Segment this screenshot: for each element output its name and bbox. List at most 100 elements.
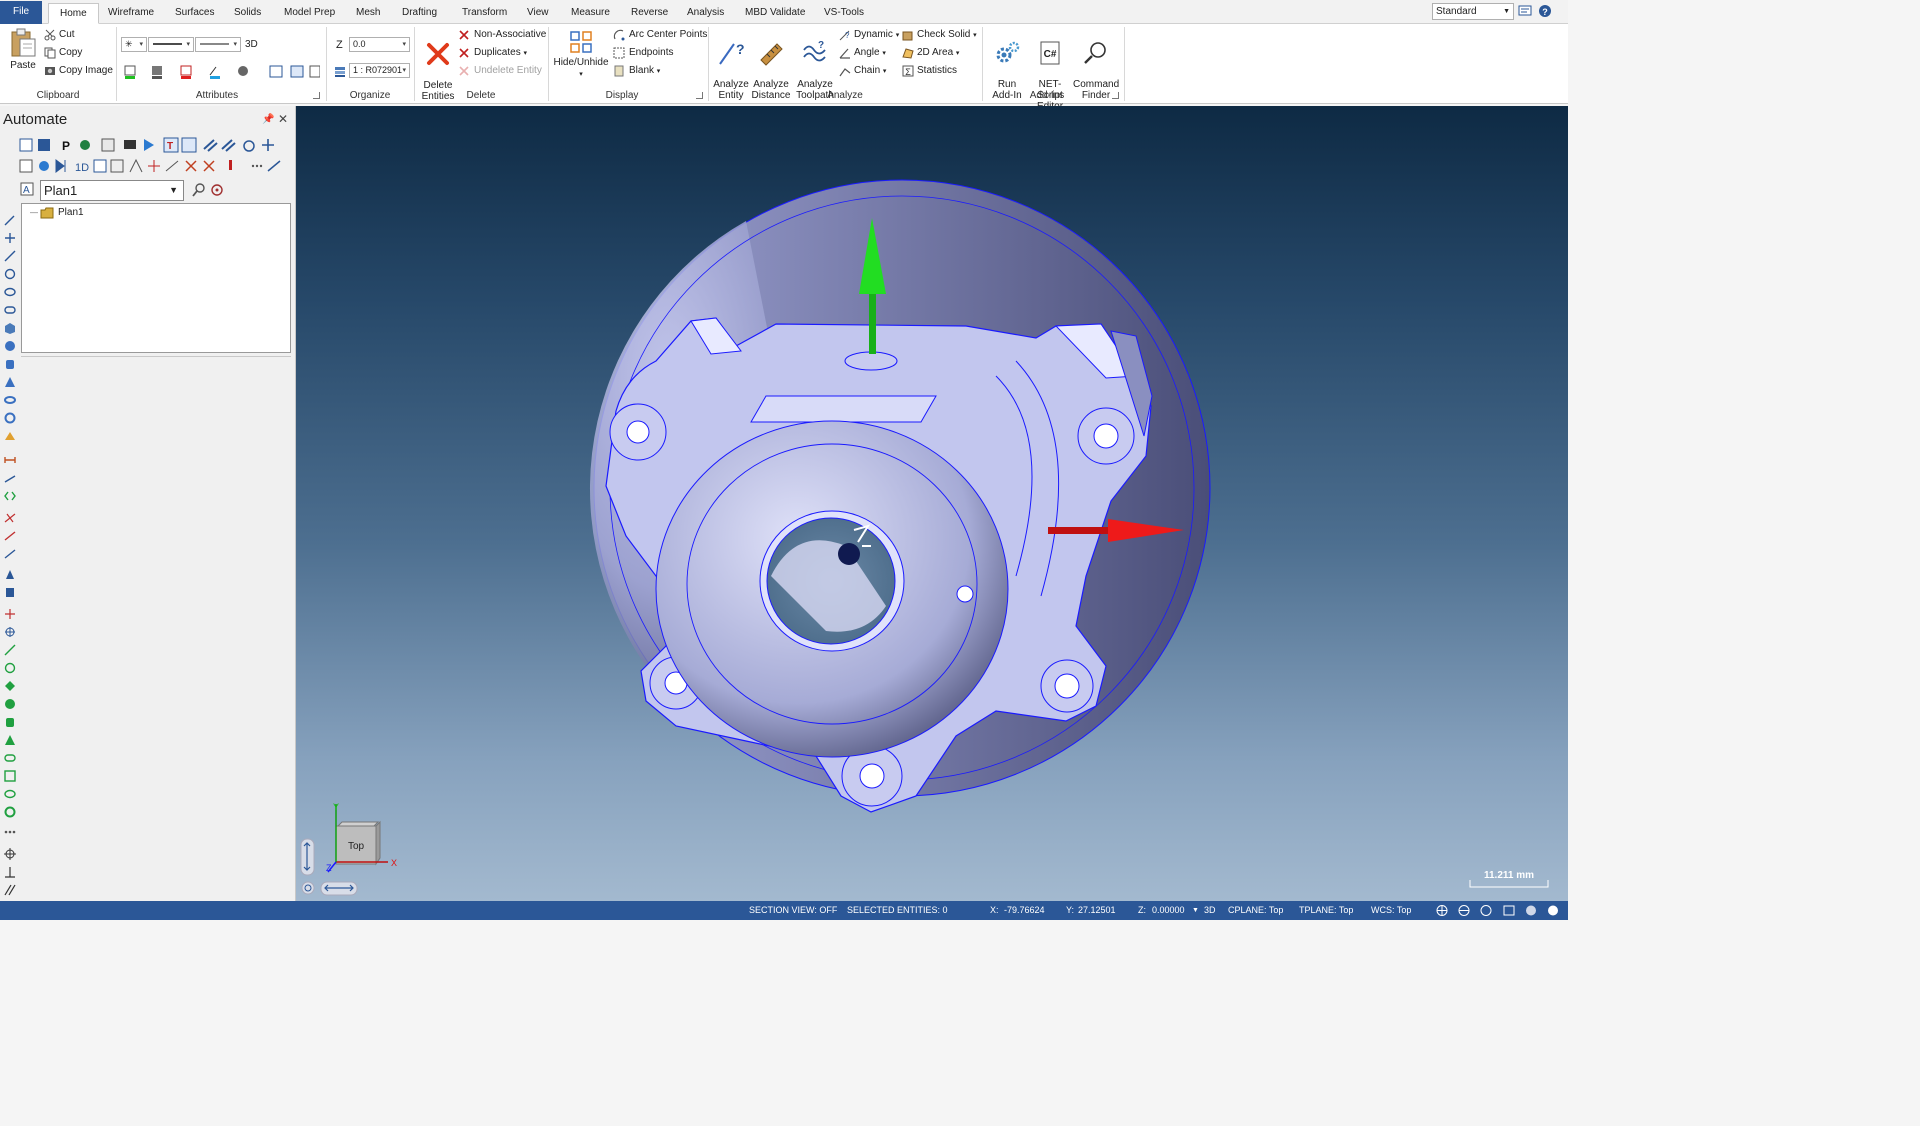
tab-surfaces[interactable]: Surfaces <box>171 3 218 24</box>
snap-point-icon[interactable] <box>4 608 16 620</box>
copy-button[interactable]: Copy <box>59 47 82 58</box>
statistics-button[interactable]: Statistics <box>917 65 957 76</box>
selected-entities-status[interactable]: SELECTED ENTITIES: 0 <box>847 901 948 920</box>
parallel-icon[interactable] <box>4 884 16 896</box>
revolve-icon[interactable] <box>4 412 16 424</box>
style-select[interactable]: Standard ▼ <box>1432 3 1514 20</box>
angle-button[interactable]: Angle ▾ <box>854 47 886 58</box>
tab-wireframe[interactable]: Wireframe <box>104 3 158 24</box>
snap-slot-icon[interactable] <box>4 752 16 764</box>
addins-launcher[interactable] <box>1112 92 1119 99</box>
box-icon[interactable] <box>4 322 16 334</box>
tab-file[interactable]: File <box>0 1 43 24</box>
undelete-entity-button[interactable]: Undelete Entity <box>474 65 542 76</box>
line-style-select[interactable]: ▾ <box>148 37 194 52</box>
join-icon[interactable] <box>4 548 16 560</box>
tab-drafting[interactable]: Drafting <box>398 3 441 24</box>
snap-rect-icon[interactable] <box>4 770 16 782</box>
tab-view[interactable]: View <box>523 3 553 24</box>
snap-ellipse-icon[interactable] <box>4 788 16 800</box>
snap-line-icon[interactable] <box>4 644 16 656</box>
check-solid-button[interactable]: Check Solid ▾ <box>917 29 977 40</box>
options-icon[interactable] <box>1518 4 1532 18</box>
tab-mesh[interactable]: Mesh <box>352 3 384 24</box>
mode-3d-status[interactable]: 3D <box>1204 901 1216 920</box>
attribute-color-tools[interactable] <box>124 64 320 80</box>
copy-image-button[interactable]: Copy Image <box>59 65 113 76</box>
dimension-icon[interactable] <box>4 454 16 466</box>
mode-3d-toggle[interactable]: 3D <box>245 39 258 50</box>
pan-horizontal-control[interactable] <box>320 881 358 896</box>
snap-circle-icon[interactable] <box>4 662 16 674</box>
tab-transform[interactable]: Transform <box>458 3 511 24</box>
attributes-launcher[interactable] <box>313 92 320 99</box>
slot-icon[interactable] <box>4 304 16 316</box>
pan-vertical-control[interactable] <box>300 838 315 876</box>
trim-icon[interactable] <box>4 512 16 524</box>
section-view-status[interactable]: SECTION VIEW: OFF <box>749 901 837 920</box>
snap-sphere-icon[interactable] <box>4 698 16 710</box>
tab-model-prep[interactable]: Model Prep <box>280 3 339 24</box>
find-plan-icon[interactable] <box>210 183 224 197</box>
circle-icon[interactable] <box>4 268 16 280</box>
cone-icon[interactable] <box>4 376 16 388</box>
help-icon[interactable]: ? <box>1538 4 1552 18</box>
cplane-status[interactable]: CPLANE: Top <box>1228 901 1283 920</box>
view-cube[interactable]: Top X Y Z <box>326 802 397 873</box>
snap-cylinder-icon[interactable] <box>4 716 16 728</box>
tree-item-plan[interactable]: Plan1 <box>58 207 84 218</box>
line-width-select[interactable]: ▾ <box>195 37 241 52</box>
tab-mbd-validate[interactable]: MBD Validate <box>741 3 809 24</box>
duplicates-button[interactable]: Duplicates ▾ <box>474 47 527 58</box>
automate-toolbar-row-1[interactable]: P T <box>18 137 288 153</box>
plan-select[interactable]: Plan1 ▼ <box>40 180 184 201</box>
blank-button[interactable]: Blank ▾ <box>629 65 660 76</box>
probe-icon[interactable] <box>4 586 16 598</box>
tab-solids[interactable]: Solids <box>230 3 265 24</box>
point-style-select[interactable]: ✳ ▾ <box>121 37 147 52</box>
wcs-status[interactable]: WCS: Top <box>1371 901 1411 920</box>
close-icon[interactable]: ✕ <box>278 112 288 126</box>
text-icon[interactable]: A <box>20 182 34 196</box>
tab-vs-tools[interactable]: VS-Tools <box>820 3 868 24</box>
tab-home[interactable]: Home <box>48 3 99 24</box>
status-render-icons[interactable] <box>1436 904 1566 917</box>
cut-button[interactable]: Cut <box>59 29 75 40</box>
hide-unhide-button[interactable]: Hide/Unhide ▾ <box>552 29 610 80</box>
tab-analysis[interactable]: Analysis <box>683 3 728 24</box>
snap-center-icon[interactable] <box>4 626 16 638</box>
level-select[interactable]: 1 : R072901 ▾ <box>349 63 410 78</box>
loft-icon[interactable] <box>4 430 16 442</box>
note-icon[interactable] <box>4 472 16 484</box>
ellipse-icon[interactable] <box>4 286 16 298</box>
model-canvas[interactable]: Top X Y Z <box>296 106 1568 901</box>
area-2d-button[interactable]: 2D Area ▾ <box>917 47 959 58</box>
pin-icon[interactable]: 📌 <box>262 114 274 125</box>
pattern-icon[interactable] <box>4 824 16 836</box>
graphics-viewport[interactable]: Top X Y Z 11.211 mm <box>296 106 1568 901</box>
snap-cone-icon[interactable] <box>4 734 16 746</box>
pick-icon[interactable] <box>4 214 16 226</box>
tree-expander-icon[interactable]: — <box>30 208 38 217</box>
tab-measure[interactable]: Measure <box>567 3 614 24</box>
point-icon[interactable] <box>4 232 16 244</box>
paste-button[interactable]: Paste <box>5 28 41 71</box>
endpoints-button[interactable]: Endpoints <box>629 47 673 58</box>
automate-toolbar-row-2[interactable]: 1D <box>18 158 288 174</box>
snap-diamond-icon[interactable] <box>4 680 16 692</box>
line-icon[interactable] <box>4 250 16 262</box>
snap-ring-icon[interactable] <box>4 806 16 818</box>
break-icon[interactable] <box>4 530 16 542</box>
tab-reverse[interactable]: Reverse <box>627 3 672 24</box>
display-launcher[interactable] <box>696 92 703 99</box>
sphere-icon[interactable] <box>4 340 16 352</box>
cylinder-icon[interactable] <box>4 358 16 370</box>
perpendicular-icon[interactable] <box>4 866 16 878</box>
z-depth-select[interactable]: 0.0 ▾ <box>349 37 410 52</box>
toolpath-op-icon[interactable] <box>4 568 16 580</box>
crosshair-icon[interactable] <box>4 848 16 860</box>
non-associative-button[interactable]: Non-Associative <box>474 29 546 40</box>
chain-button[interactable]: Chain ▾ <box>854 65 886 76</box>
dynamic-button[interactable]: Dynamic ▾ <box>854 29 899 40</box>
search-icon[interactable] <box>192 183 206 197</box>
